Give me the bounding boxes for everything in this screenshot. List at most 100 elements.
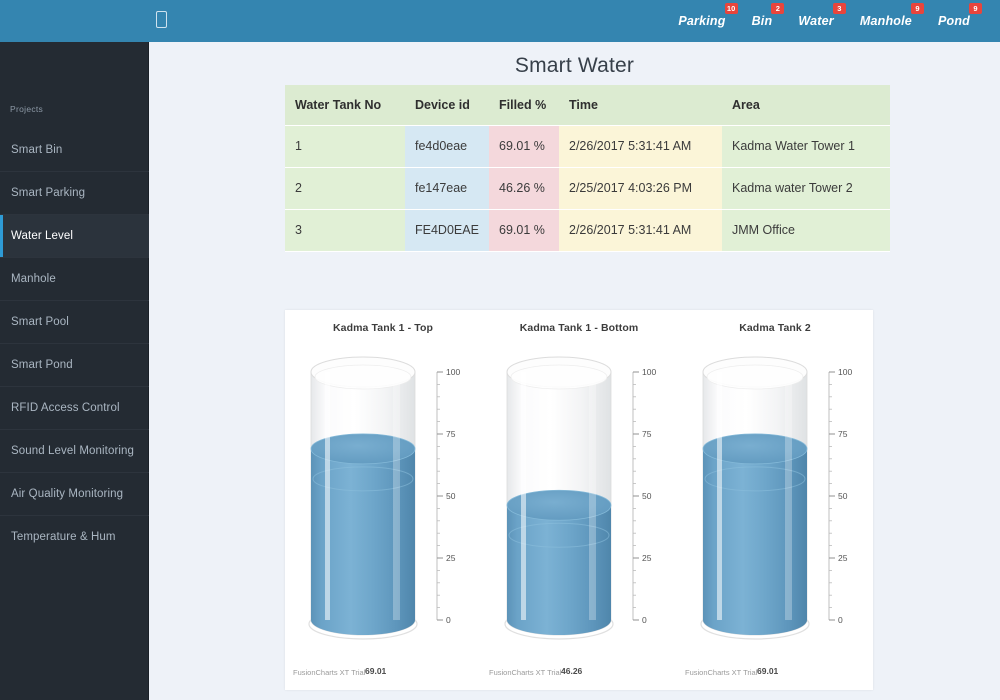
topnav-item-label: Water	[798, 14, 834, 28]
notification-badge: 9	[969, 3, 982, 14]
svg-text:50: 50	[838, 491, 848, 501]
cell-tank-no: 1	[285, 125, 405, 167]
svg-text:0: 0	[838, 615, 843, 625]
cell-tank-no: 3	[285, 209, 405, 251]
svg-text:100: 100	[642, 367, 656, 377]
gauge-value-label: 69.01	[757, 666, 778, 676]
sidebar-item-label: RFID Access Control	[11, 402, 120, 414]
sidebar-item-sound-level-monitoring[interactable]: Sound Level Monitoring	[0, 429, 149, 472]
cell-device-id: FE4D0EAE	[405, 209, 489, 251]
topnav-item-label: Manhole	[860, 14, 912, 28]
chart-watermark: FusionCharts XT Trial	[685, 668, 757, 677]
gauge-value-label: 69.01	[365, 666, 386, 676]
cell-filled: 69.01 %	[489, 209, 559, 251]
sidebar-item-smart-bin[interactable]: Smart Bin	[0, 128, 149, 171]
notification-badge: 9	[911, 3, 924, 14]
table-header: Water Tank NoDevice idFilled %TimeArea	[285, 85, 890, 125]
cell-area: Kadma Water Tower 1	[722, 125, 890, 167]
topnav-item-parking[interactable]: Parking10	[676, 12, 727, 30]
sidebar-item-smart-pond[interactable]: Smart Pond	[0, 343, 149, 386]
table-header-row: Water Tank NoDevice idFilled %TimeArea	[285, 85, 890, 125]
chart-watermark: FusionCharts XT Trial	[293, 668, 365, 677]
table-body: 1fe4d0eae69.01 %2/26/2017 5:31:41 AMKadm…	[285, 125, 890, 251]
tank-visual: 0 25 50 75 100	[687, 348, 863, 648]
column-header: Water Tank No	[285, 85, 405, 125]
sidebar-menu: Smart Bin Smart Parking Water Level Manhole…	[0, 128, 149, 558]
hamburger-icon[interactable]	[156, 11, 167, 28]
brand-block	[0, 0, 149, 42]
water-tank-table-container: Water Tank NoDevice idFilled %TimeArea 1…	[285, 85, 890, 252]
sidebar-item-label: Smart Parking	[11, 187, 85, 199]
chart-watermark: FusionCharts XT Trial	[489, 668, 561, 677]
svg-text:75: 75	[446, 429, 456, 439]
sidebar-item-smart-pool[interactable]: Smart Pool	[0, 300, 149, 343]
notification-badge: 3	[833, 3, 846, 14]
page-title: Smart Water	[149, 54, 1000, 78]
topnav-item-water[interactable]: Water3	[796, 12, 836, 30]
cell-device-id: fe4d0eae	[405, 125, 489, 167]
topnav-item-label: Pond	[938, 14, 970, 28]
cell-area: JMM Office	[722, 209, 890, 251]
column-header: Device id	[405, 85, 489, 125]
notification-badge: 10	[725, 3, 738, 14]
tank-visual: 0255075100	[295, 348, 471, 648]
cell-tank-no: 2	[285, 167, 405, 209]
main-content: Smart Water Water Tank NoDevice idFilled…	[149, 42, 1000, 700]
column-header: Filled %	[489, 85, 559, 125]
svg-text:50: 50	[446, 491, 456, 501]
column-header: Time	[559, 85, 722, 125]
sidebar-item-manhole[interactable]: Manhole	[0, 257, 149, 300]
svg-text:25: 25	[446, 553, 456, 563]
gauge-value-label: 46.26	[561, 666, 582, 676]
topnav-item-bin[interactable]: Bin2	[750, 12, 775, 30]
sidebar-item-rfid-access-control[interactable]: RFID Access Control	[0, 386, 149, 429]
cell-time: 2/25/2017 4:03:26 PM	[559, 167, 722, 209]
svg-text:25: 25	[642, 553, 652, 563]
cell-filled: 46.26 %	[489, 167, 559, 209]
tank-gauges-row: Kadma Tank 1 - Top 0 25 50 75 100 FusionCharts…	[285, 310, 873, 690]
table-row[interactable]: 2fe147eae46.26 %2/25/2017 4:03:26 PMKadm…	[285, 167, 890, 209]
svg-text:50: 50	[642, 491, 652, 501]
app-root: Parking10Bin2Water3Manhole9Pond9 Project…	[0, 0, 1000, 700]
topnav-item-label: Parking	[678, 14, 725, 28]
svg-text:75: 75	[838, 429, 848, 439]
tank-gauge: Kadma Tank 1 - Bottom 0 25 50 75 100 FusionCha…	[481, 310, 677, 690]
sidebar-section-title: Projects	[10, 104, 43, 114]
sidebar-item-label: Smart Pond	[11, 359, 73, 371]
sidebar-item-water-level[interactable]: Water Level	[0, 214, 149, 257]
top-header-bar: Parking10Bin2Water3Manhole9Pond9	[0, 0, 1000, 42]
cell-time: 2/26/2017 5:31:41 AM	[559, 209, 722, 251]
gauge-title: Kadma Tank 1 - Top	[285, 322, 481, 334]
sidebar-item-air-quality-monitoring[interactable]: Air Quality Monitoring	[0, 472, 149, 515]
svg-text:100: 100	[838, 367, 852, 377]
sidebar-item-label: Air Quality Monitoring	[11, 488, 123, 500]
svg-text:75: 75	[642, 429, 652, 439]
topnav-item-manhole[interactable]: Manhole9	[858, 12, 914, 30]
topnav-item-pond[interactable]: Pond9	[936, 12, 972, 30]
table-row[interactable]: 3FE4D0EAE69.01 %2/26/2017 5:31:41 AMJMM …	[285, 209, 890, 251]
topnav-item-label: Bin	[752, 14, 773, 28]
sidebar-item-label: Temperature & Hum	[11, 531, 116, 543]
svg-text:0: 0	[642, 615, 647, 625]
notification-badge: 2	[771, 3, 784, 14]
gauge-title: Kadma Tank 2	[677, 322, 873, 334]
svg-text:100: 100	[446, 367, 460, 377]
sidebar-item-label: Water Level	[11, 230, 73, 242]
svg-text:25: 25	[838, 553, 848, 563]
tank-gauges-card: Kadma Tank 1 - Top 0 25 50 75 100 FusionCharts…	[285, 310, 873, 690]
sidebar-item-temperature-hum[interactable]: Temperature & Hum	[0, 515, 149, 558]
cell-area: Kadma water Tower 2	[722, 167, 890, 209]
cell-device-id: fe147eae	[405, 167, 489, 209]
tank-gauge: Kadma Tank 1 - Top0255075100FusionCharts…	[285, 310, 481, 690]
sidebar: Projects Smart Bin Smart Parking Water Lev…	[0, 42, 149, 700]
table-row[interactable]: 1fe4d0eae69.01 %2/26/2017 5:31:41 AMKadm…	[285, 125, 890, 167]
sidebar-item-label: Smart Pool	[11, 316, 69, 328]
top-navigation: Parking10Bin2Water3Manhole9Pond9	[676, 0, 972, 42]
sidebar-item-smart-parking[interactable]: Smart Parking	[0, 171, 149, 214]
tank-gauge: Kadma Tank 2 0 25 50 75 100 FusionCharts XT Tr…	[677, 310, 873, 690]
sidebar-item-label: Smart Bin	[11, 144, 62, 156]
sidebar-item-label: Sound Level Monitoring	[11, 445, 134, 457]
column-header: Area	[722, 85, 890, 125]
water-tank-table: Water Tank NoDevice idFilled %TimeArea 1…	[285, 85, 890, 252]
gauge-title: Kadma Tank 1 - Bottom	[481, 322, 677, 334]
